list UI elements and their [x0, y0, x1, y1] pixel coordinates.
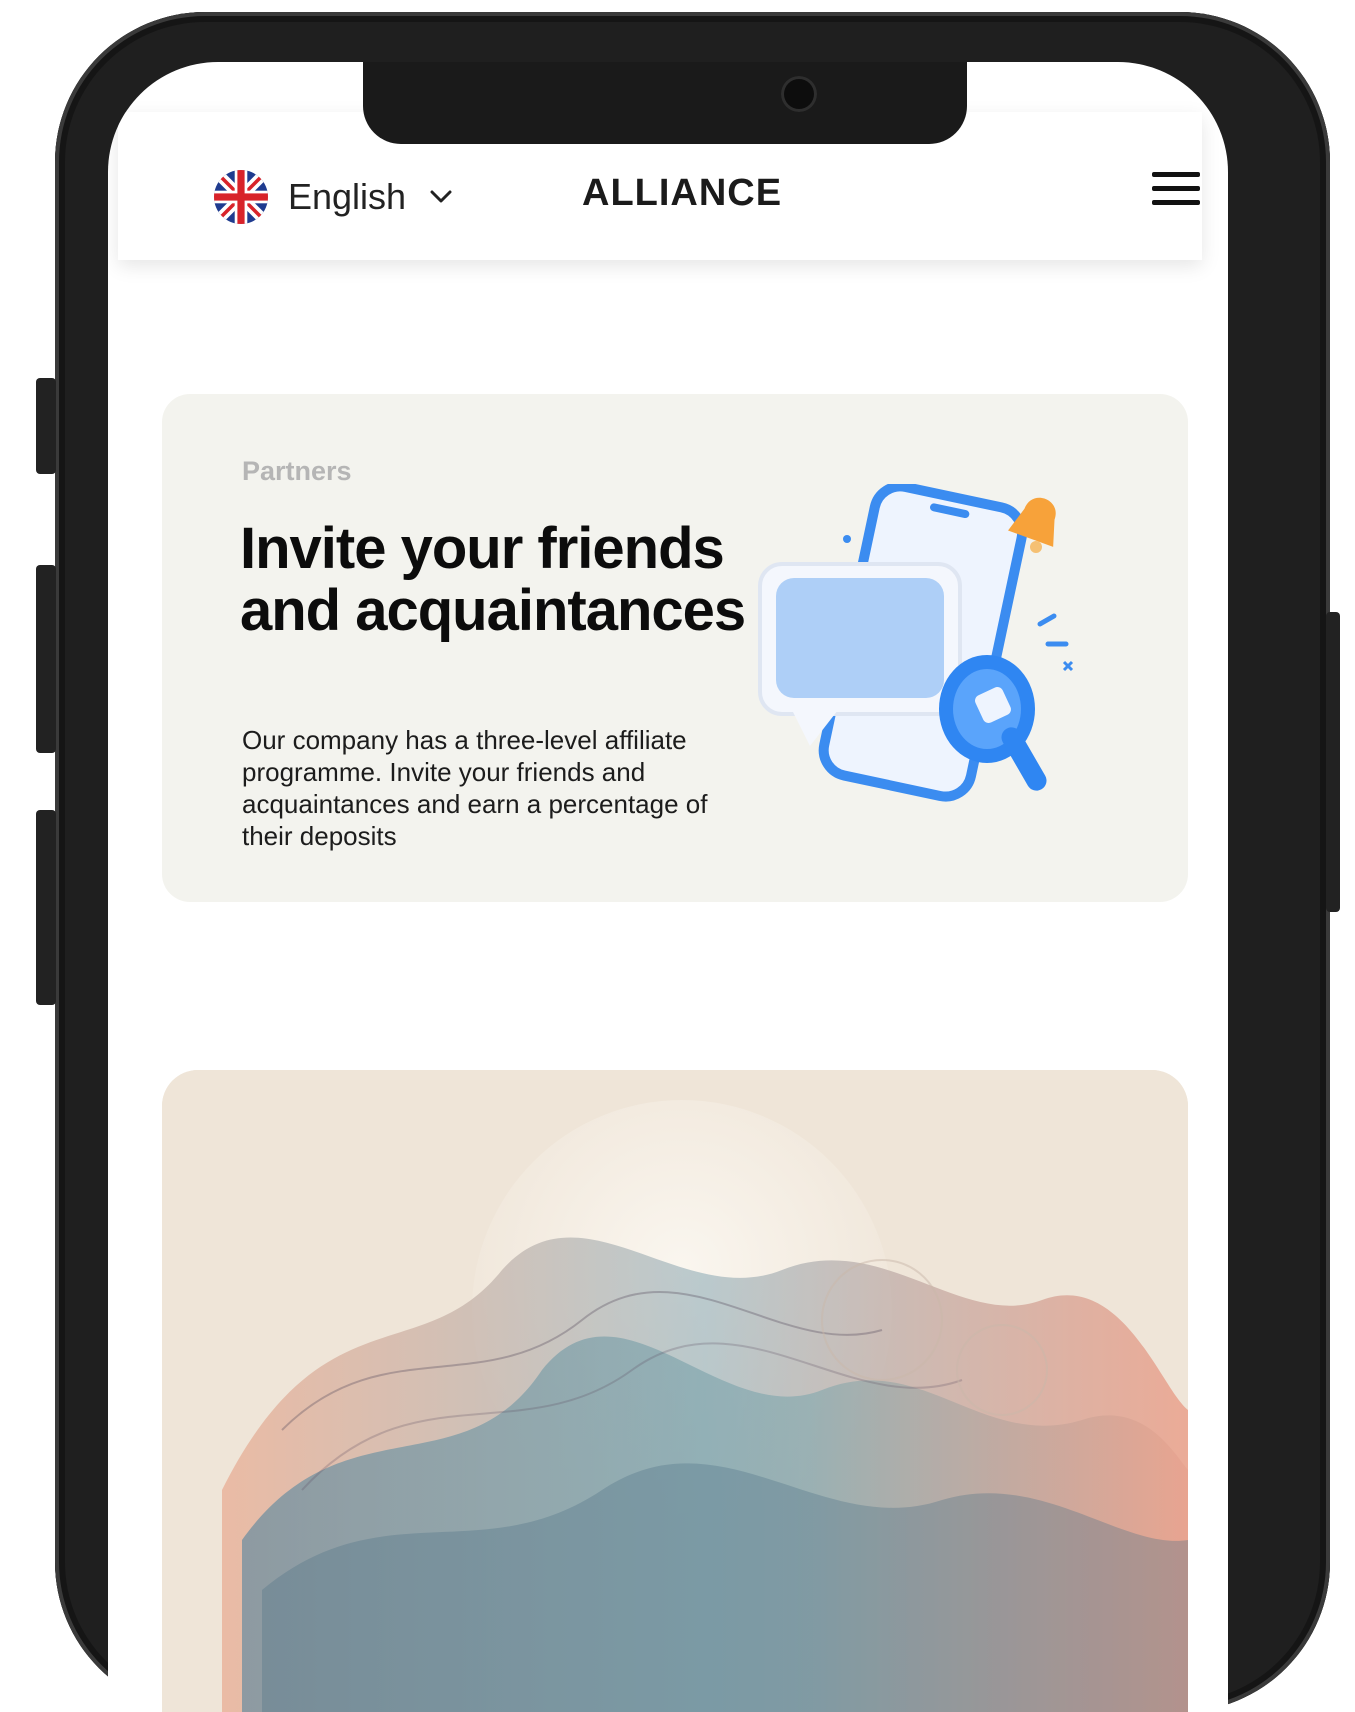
language-selector[interactable]: English	[214, 170, 452, 224]
brand-logo[interactable]: ALLIANCE	[582, 172, 782, 215]
language-label: English	[288, 176, 407, 217]
phone-side-button-silent	[36, 378, 56, 474]
phone-side-button-power	[1326, 612, 1340, 912]
phone-side-button-volume-up	[36, 565, 56, 753]
front-camera	[781, 76, 817, 112]
artwork-card	[162, 1070, 1188, 1712]
chevron-down-icon	[430, 190, 452, 203]
abstract-wave-smoke-artwork	[162, 1070, 1188, 1712]
partners-headline: Invite your friends and acquaintances	[240, 516, 746, 643]
phone-screen: English ALLIANCE Partners Invite your fr…	[108, 62, 1228, 1712]
phone-notch	[363, 62, 967, 144]
partners-description: Our company has a three-level affiliate …	[242, 725, 708, 851]
megaphone-phone-chat-illustration	[758, 484, 1074, 802]
hamburger-menu-icon[interactable]	[1152, 172, 1200, 208]
uk-flag-icon	[214, 170, 268, 224]
section-eyebrow: Partners	[242, 456, 352, 486]
partners-card: Partners Invite your friends and acquain…	[162, 394, 1188, 902]
phone-side-button-volume-down	[36, 810, 56, 1005]
